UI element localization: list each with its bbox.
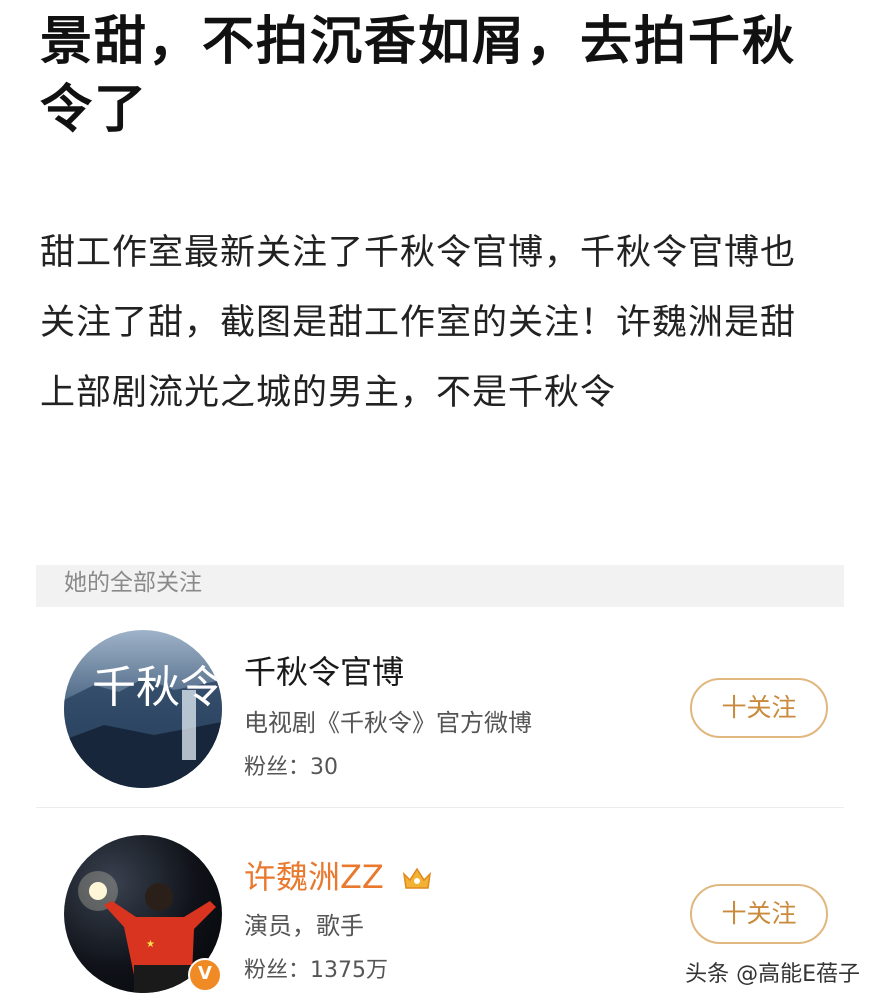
verified-badge-icon: V — [188, 958, 222, 992]
avatar-calligraphy: 千秋令 — [92, 662, 222, 713]
watermark: 头条 @高能E蓓子 — [685, 962, 860, 987]
account-name[interactable]: 千秋令官博 — [244, 647, 404, 693]
avatar-image-icon: 千秋令 — [64, 630, 222, 788]
article-body: 甜工作室最新关注了千秋令官博，千秋令官博也关注了甜，截图是甜工作室的关注！许魏洲… — [40, 233, 797, 413]
svg-text:★: ★ — [146, 939, 155, 950]
follow-button[interactable]: 十关注 — [690, 884, 828, 944]
follow-list-item[interactable]: 千秋令 千秋令官博 电视剧《千秋令》官方微博 粉丝：30 十关注 — [36, 627, 844, 808]
account-name[interactable]: 许魏洲ZZ — [244, 852, 432, 898]
fan-count: 粉丝：30 — [244, 755, 338, 780]
article-title: 景甜，不拍沉香如屑，去拍千秋令了 — [40, 12, 797, 140]
account-description: 电视剧《千秋令》官方微博 — [244, 709, 532, 737]
account-name-text[interactable]: 许魏洲ZZ — [244, 858, 384, 896]
crown-icon — [402, 867, 432, 889]
fan-count: 粉丝：1375万 — [244, 958, 388, 983]
account-description: 演员，歌手 — [244, 912, 364, 940]
follow-list-header: 她的全部关注 — [36, 565, 844, 607]
avatar[interactable]: 千秋令 — [64, 630, 222, 788]
follow-button[interactable]: 十关注 — [690, 678, 828, 738]
